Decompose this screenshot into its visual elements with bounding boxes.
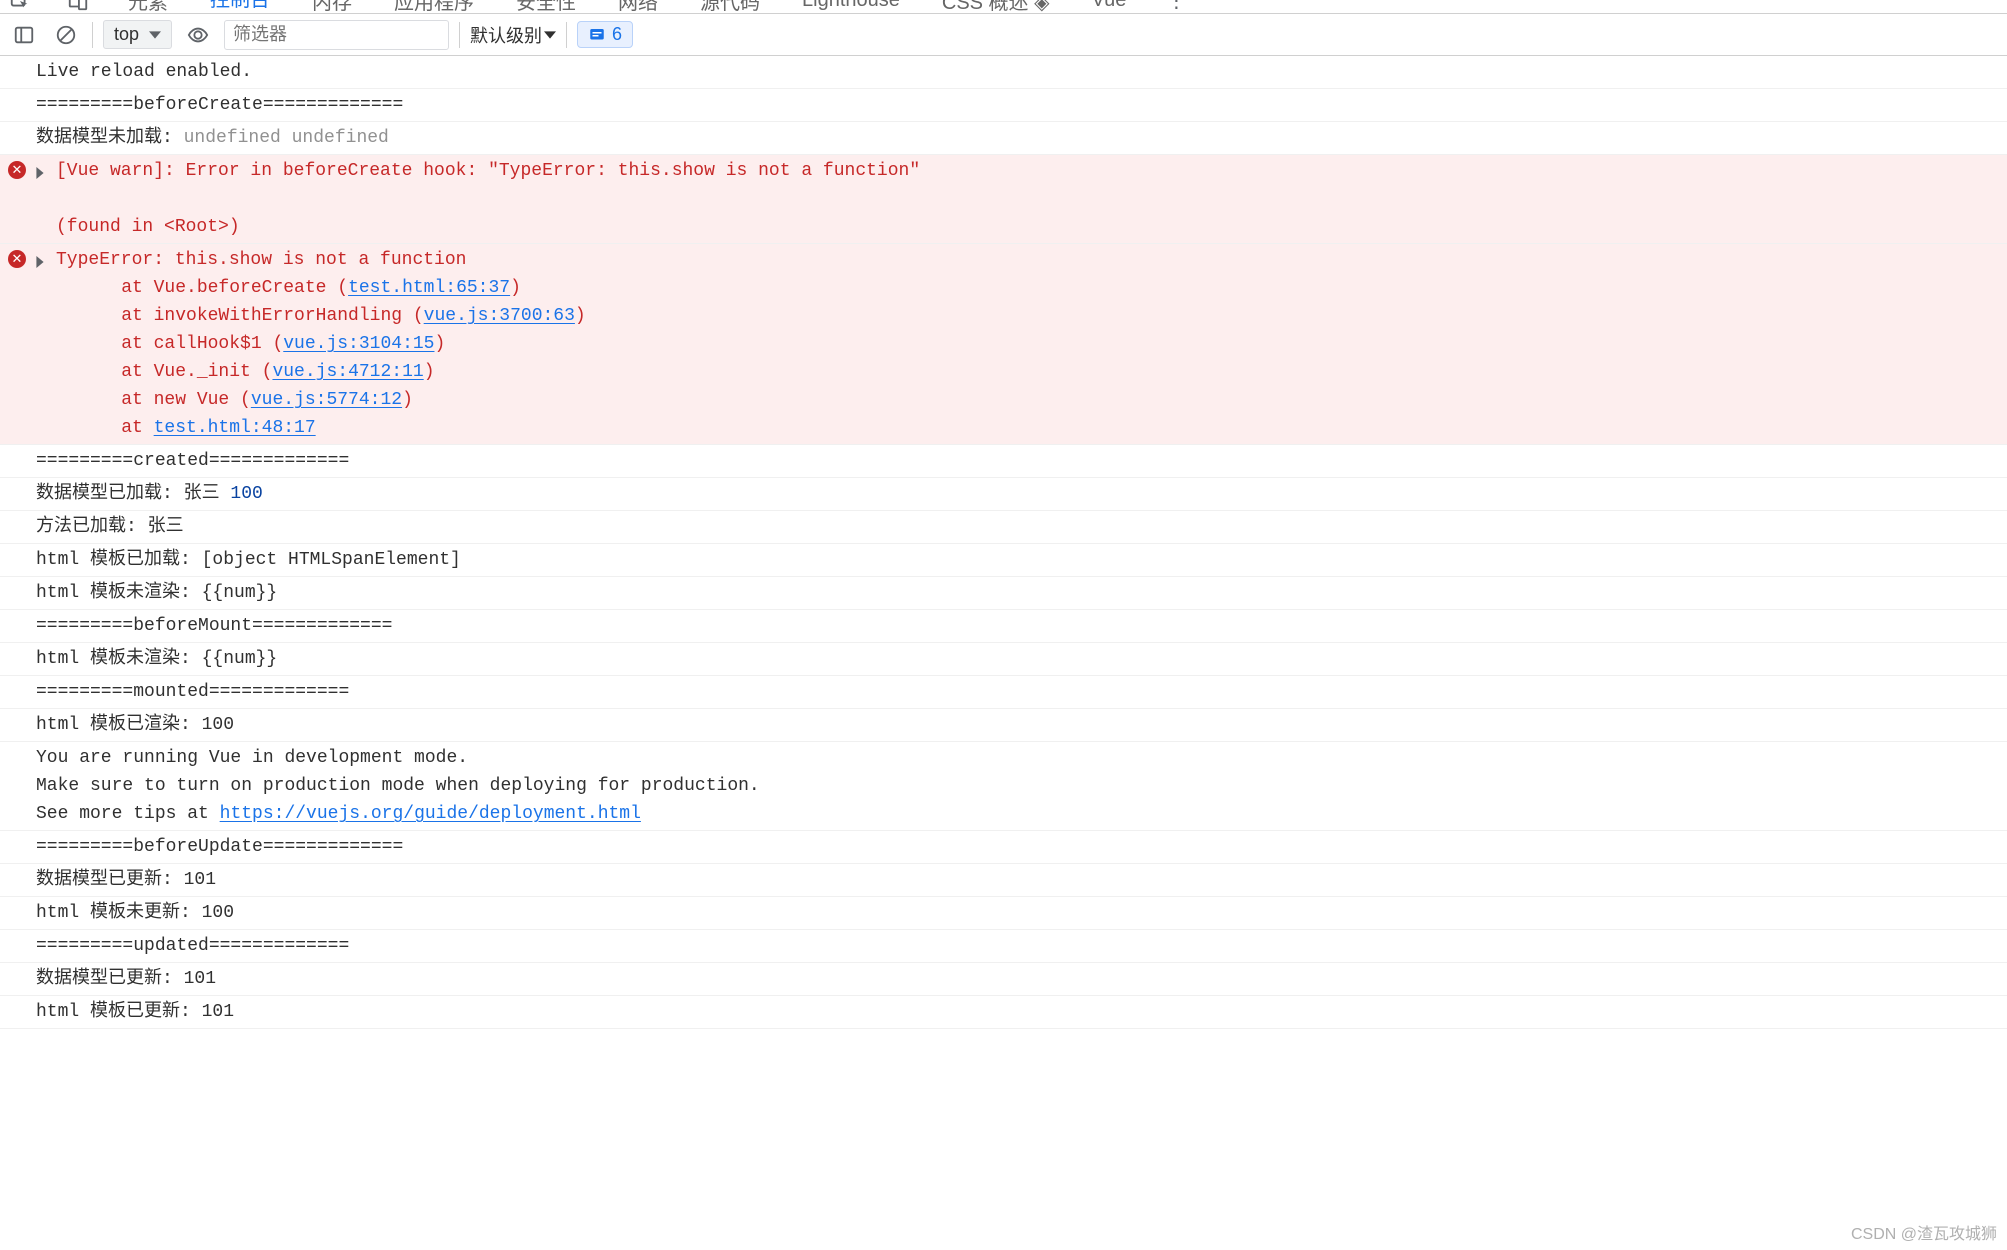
log-levels-selector[interactable]: 默认级别	[470, 22, 556, 48]
tab-memory[interactable]: 内存	[306, 0, 358, 14]
tab-lighthouse[interactable]: Lighthouse	[796, 0, 906, 12]
source-link[interactable]: https://vuejs.org/guide/deployment.html	[220, 804, 641, 824]
source-link[interactable]: vue.js:5774:12	[251, 390, 402, 410]
console-row: =========beforeUpdate=============	[0, 831, 2007, 864]
console-row: html 模板已更新: 101	[0, 996, 2007, 1029]
console-row: html 模板已加载: [object HTMLSpanElement]	[0, 544, 2007, 577]
console-log-area: Live reload enabled.=========beforeCreat…	[0, 56, 2007, 1029]
console-row: Live reload enabled.	[0, 56, 2007, 89]
console-row: 数据模型已更新: 101	[0, 963, 2007, 996]
console-row: html 模板未更新: 100	[0, 897, 2007, 930]
source-link[interactable]: test.html:48:17	[154, 418, 316, 438]
console-row: 数据模型已加载: 张三 100	[0, 478, 2007, 511]
console-row: 数据模型已更新: 101	[0, 864, 2007, 897]
chevron-down-icon	[149, 29, 161, 41]
source-link[interactable]: test.html:65:37	[348, 278, 510, 298]
console-row: =========beforeCreate=============	[0, 89, 2007, 122]
console-row: 方法已加载: 张三	[0, 511, 2007, 544]
toolbar-separator	[92, 22, 93, 48]
tab-security[interactable]: 安全性	[510, 0, 582, 14]
context-selector[interactable]: top	[103, 20, 172, 49]
chevron-down-icon	[544, 29, 556, 41]
devtools-panel-tabs: 元素 控制台 内存 应用程序 安全性 网络 源代码 Lighthouse CSS…	[0, 0, 2007, 14]
issues-count: 6	[612, 24, 622, 45]
source-link[interactable]: vue.js:3700:63	[424, 306, 575, 326]
console-error-row: ✕TypeError: this.show is not a function …	[0, 244, 2007, 445]
console-row: =========beforeMount=============	[0, 610, 2007, 643]
console-error-row: ✕[Vue warn]: Error in beforeCreate hook:…	[0, 155, 2007, 244]
issues-badge[interactable]: 6	[577, 21, 633, 48]
error-icon: ✕	[8, 250, 26, 268]
tab-vue[interactable]: Vue	[1086, 0, 1133, 12]
console-row: html 模板已渲染: 100	[0, 709, 2007, 742]
tab-cssoverview[interactable]: CSS 概述 ◈	[936, 0, 1056, 14]
tab-sources[interactable]: 源代码	[694, 0, 766, 14]
console-row: =========created=============	[0, 445, 2007, 478]
console-row: =========mounted=============	[0, 676, 2007, 709]
filter-input[interactable]	[224, 20, 449, 50]
device-toggle-icon[interactable]	[64, 0, 92, 14]
tab-console[interactable]: 控制台	[204, 0, 276, 14]
console-row: 数据模型未加载: undefined undefined	[0, 122, 2007, 155]
clear-console-icon[interactable]	[50, 19, 82, 51]
console-row: html 模板未渲染: {{num}}	[0, 577, 2007, 610]
console-toolbar: top 默认级别 6	[0, 14, 2007, 56]
disclosure-triangle-icon[interactable]	[34, 250, 50, 266]
issue-icon	[588, 26, 606, 44]
console-row: html 模板未渲染: {{num}}	[0, 643, 2007, 676]
toggle-sidebar-icon[interactable]	[8, 19, 40, 51]
toolbar-separator	[459, 22, 460, 48]
tab-elements[interactable]: 元素	[122, 0, 174, 14]
tab-application[interactable]: 应用程序	[388, 0, 480, 14]
watermark-text: CSDN @渣瓦攻城狮	[1851, 1220, 1997, 1244]
error-icon: ✕	[8, 161, 26, 179]
console-row: You are running Vue in development mode.…	[0, 742, 2007, 831]
context-selector-label: top	[114, 24, 139, 45]
source-link[interactable]: vue.js:4712:11	[272, 362, 423, 382]
console-row: =========updated=============	[0, 930, 2007, 963]
tabs-overflow-icon[interactable]: ⋮	[1162, 0, 1190, 14]
log-levels-label: 默认级别	[470, 22, 542, 48]
source-link[interactable]: vue.js:3104:15	[283, 334, 434, 354]
toolbar-separator	[566, 22, 567, 48]
tab-network[interactable]: 网络	[612, 0, 664, 14]
inspect-element-icon[interactable]	[6, 0, 34, 14]
disclosure-triangle-icon[interactable]	[34, 161, 50, 177]
live-expression-icon[interactable]	[182, 19, 214, 51]
